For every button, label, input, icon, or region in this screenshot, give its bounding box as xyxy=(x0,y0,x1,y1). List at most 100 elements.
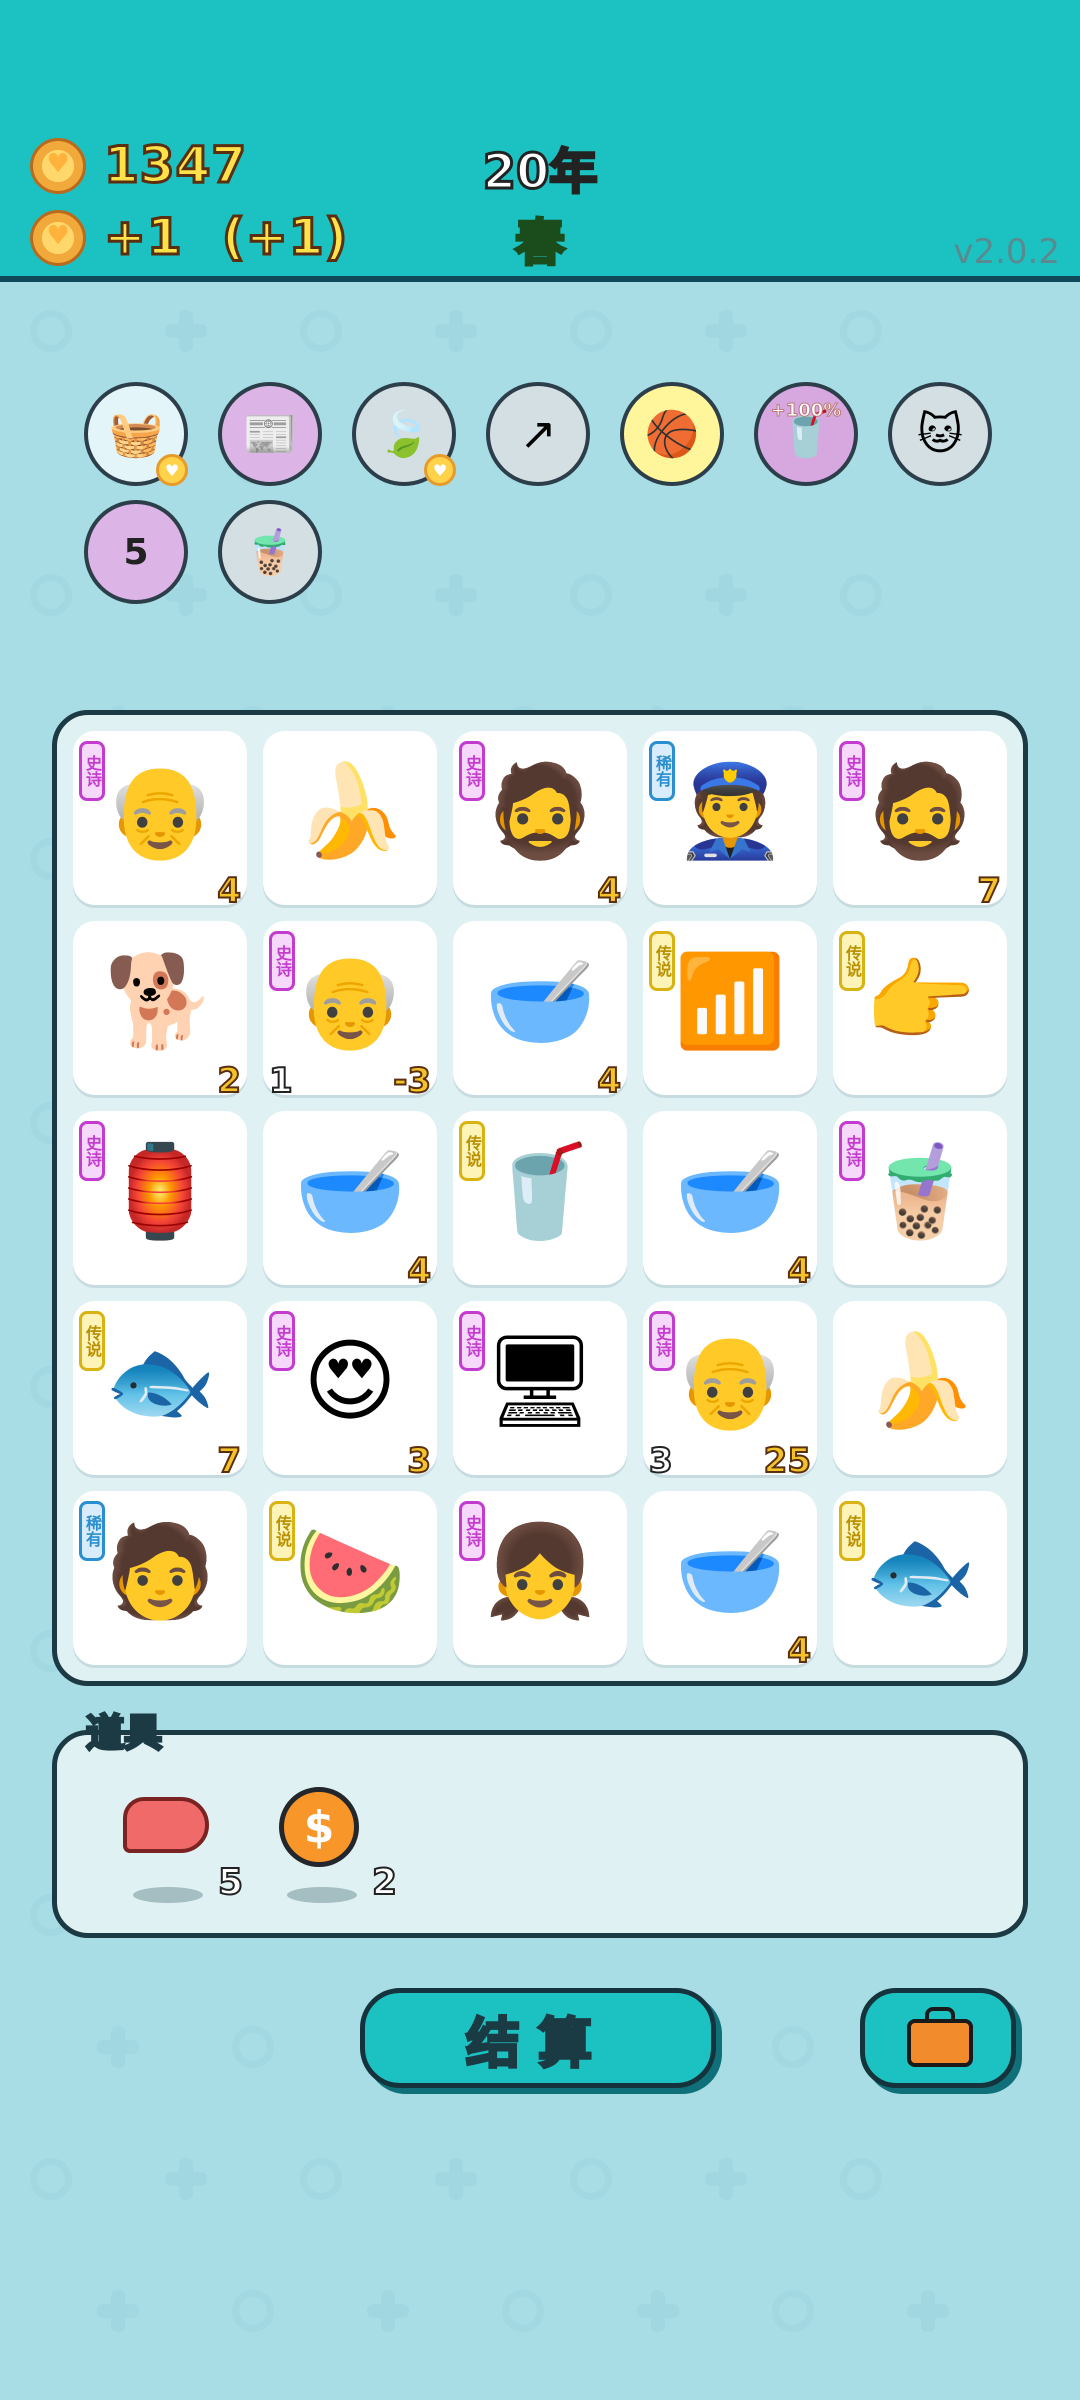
rarity-tag-epic: 史诗 xyxy=(839,1121,865,1181)
milk-tea-boost-icon[interactable]: 🥤 +100% xyxy=(754,382,858,486)
mini-coin-icon: ♥ xyxy=(156,454,188,486)
board-tile[interactable]: 🥣 4 xyxy=(643,1111,817,1292)
tile-value: 7 xyxy=(216,1440,242,1482)
background-shape xyxy=(772,2026,814,2068)
tile-value: 4 xyxy=(406,1250,432,1292)
background-shape xyxy=(232,2290,274,2332)
fruit-basket-icon[interactable]: 🧺 ♥ xyxy=(84,382,188,486)
calendar-icon[interactable]: 5 xyxy=(84,500,188,604)
background-shape xyxy=(300,2158,342,2200)
top-bar: 1347 +1 (+1) 20年 春 v2.0.2 xyxy=(0,0,1080,282)
background-shape xyxy=(840,2158,882,2200)
rarity-tag-legend: 传说 xyxy=(459,1121,485,1181)
time-magazine-icon[interactable]: 📰 xyxy=(218,382,322,486)
liver-icon xyxy=(123,1797,209,1853)
background-shape xyxy=(570,2158,612,2200)
background-shape xyxy=(30,574,72,616)
board-tile[interactable]: 🥣 4 xyxy=(643,1491,817,1672)
item-shadow xyxy=(133,1887,203,1903)
board-tile[interactable]: 🐟 传说 xyxy=(833,1491,1007,1665)
rarity-tag-epic: 史诗 xyxy=(79,1121,105,1181)
soup-bowl-icon: 🥣 xyxy=(293,1139,407,1244)
tile-value: 4 xyxy=(596,870,622,912)
board-tile[interactable]: 📶 传说 xyxy=(643,921,817,1095)
board-tile[interactable]: 🏮 史诗 xyxy=(73,1111,247,1285)
soup-bowl-icon: 🥣 xyxy=(483,949,597,1054)
buff-art: ↗ xyxy=(519,408,557,460)
soup-bowl-icon: 🥣 xyxy=(673,1519,787,1624)
banana-icon: 🍌 xyxy=(863,1329,977,1434)
item-count: 5 xyxy=(217,1861,244,1904)
briefcase-icon xyxy=(907,2019,973,2067)
board-tile[interactable]: 🥣 4 xyxy=(263,1111,437,1292)
rarity-tag-legend: 传说 xyxy=(649,931,675,991)
buff-art: 🏀 xyxy=(644,409,700,460)
board-tile[interactable]: 🍉 传说 xyxy=(263,1491,437,1665)
board-tile[interactable]: 😍 史诗 3 xyxy=(263,1301,437,1482)
rarity-tag-epic: 史诗 xyxy=(459,1311,485,1371)
inventory-button[interactable] xyxy=(860,1988,1016,2088)
version-label: v2.0.2 xyxy=(953,232,1060,272)
leaf-icon[interactable]: 🍃 ♥ xyxy=(352,382,456,486)
rarity-tag-legend: 传说 xyxy=(839,1501,865,1561)
board-tile[interactable]: 👴 史诗 4 xyxy=(73,731,247,912)
buff-art: 🐱 xyxy=(917,408,963,460)
board-tile[interactable]: 🥤 传说 xyxy=(453,1111,627,1285)
board-tile[interactable]: 🧔 史诗 4 xyxy=(453,731,627,912)
milk-tea-cup-icon[interactable]: 🧋 xyxy=(218,500,322,604)
board-tile[interactable]: 🧔 史诗 7 xyxy=(833,731,1007,912)
board-tile[interactable]: 👴 史诗 -3 1 xyxy=(263,921,437,1102)
items-title: 道具 xyxy=(84,1710,163,1757)
board-tile[interactable]: 🧑 稀有 xyxy=(73,1491,247,1665)
background-shape xyxy=(840,574,882,616)
coin-total: 1347 xyxy=(102,135,248,196)
board-tile[interactable]: 🖥 史诗 xyxy=(453,1301,627,1475)
tile-counter: 1 xyxy=(268,1060,294,1102)
dollar-coin-icon: $ xyxy=(279,1787,359,1867)
background-shape xyxy=(772,2290,814,2332)
buff-art: 📰 xyxy=(242,409,298,460)
rarity-tag-rare: 稀有 xyxy=(79,1501,105,1561)
background-shape xyxy=(570,310,612,352)
background-shape xyxy=(840,310,882,352)
rarity-tag-epic: 史诗 xyxy=(459,1501,485,1561)
season-label: 春 xyxy=(514,213,567,274)
coin-icon xyxy=(30,138,86,194)
calendar-day: 5 xyxy=(123,531,149,573)
tile-counter: 3 xyxy=(648,1440,674,1482)
cats-icon[interactable]: 🐱 xyxy=(888,382,992,486)
background-shape xyxy=(570,574,612,616)
board-tile[interactable]: 🍌 xyxy=(833,1301,1007,1475)
board-tile[interactable]: 🍌 xyxy=(263,731,437,905)
board-tile[interactable]: 👧 史诗 xyxy=(453,1491,627,1665)
tile-value: 2 xyxy=(216,1060,242,1102)
rarity-tag-legend: 传说 xyxy=(839,931,865,991)
buff-art: 🧋 xyxy=(242,527,298,578)
board-tile[interactable]: 🐕 2 xyxy=(73,921,247,1102)
coin-item[interactable]: $2 xyxy=(273,1787,398,1904)
board-tile[interactable]: 🧋 史诗 xyxy=(833,1111,1007,1285)
up-arrow-card-icon[interactable]: ↗ xyxy=(486,382,590,486)
tile-value: 4 xyxy=(786,1250,812,1292)
background-shape xyxy=(502,2290,544,2332)
husky-dog-icon: 🐕 xyxy=(103,949,217,1054)
board-tile[interactable]: 🥣 4 xyxy=(453,921,627,1102)
background-shape xyxy=(907,2290,949,2332)
background-shape xyxy=(232,2026,274,2068)
tile-value: 4 xyxy=(216,870,242,912)
board-tile[interactable]: 👴 史诗 25 3 xyxy=(643,1301,817,1482)
background-shape xyxy=(300,310,342,352)
board-tile[interactable]: 👮 稀有 xyxy=(643,731,817,905)
tile-value: 7 xyxy=(976,870,1002,912)
background-shape xyxy=(435,310,477,352)
board-tile[interactable]: 🐟 传说 7 xyxy=(73,1301,247,1482)
settle-button[interactable]: 结算 xyxy=(360,1988,716,2088)
board-tile[interactable]: 👉 传说 xyxy=(833,921,1007,1095)
income-bonus: (+1) xyxy=(220,207,349,268)
soup-bowl-icon: 🥣 xyxy=(673,1139,787,1244)
basketballs-icon[interactable]: 🏀 xyxy=(620,382,724,486)
item-count: 2 xyxy=(371,1861,398,1904)
rarity-tag-epic: 史诗 xyxy=(649,1311,675,1371)
rarity-tag-legend: 传说 xyxy=(269,1501,295,1561)
liver-item[interactable]: 5 xyxy=(119,1787,244,1904)
